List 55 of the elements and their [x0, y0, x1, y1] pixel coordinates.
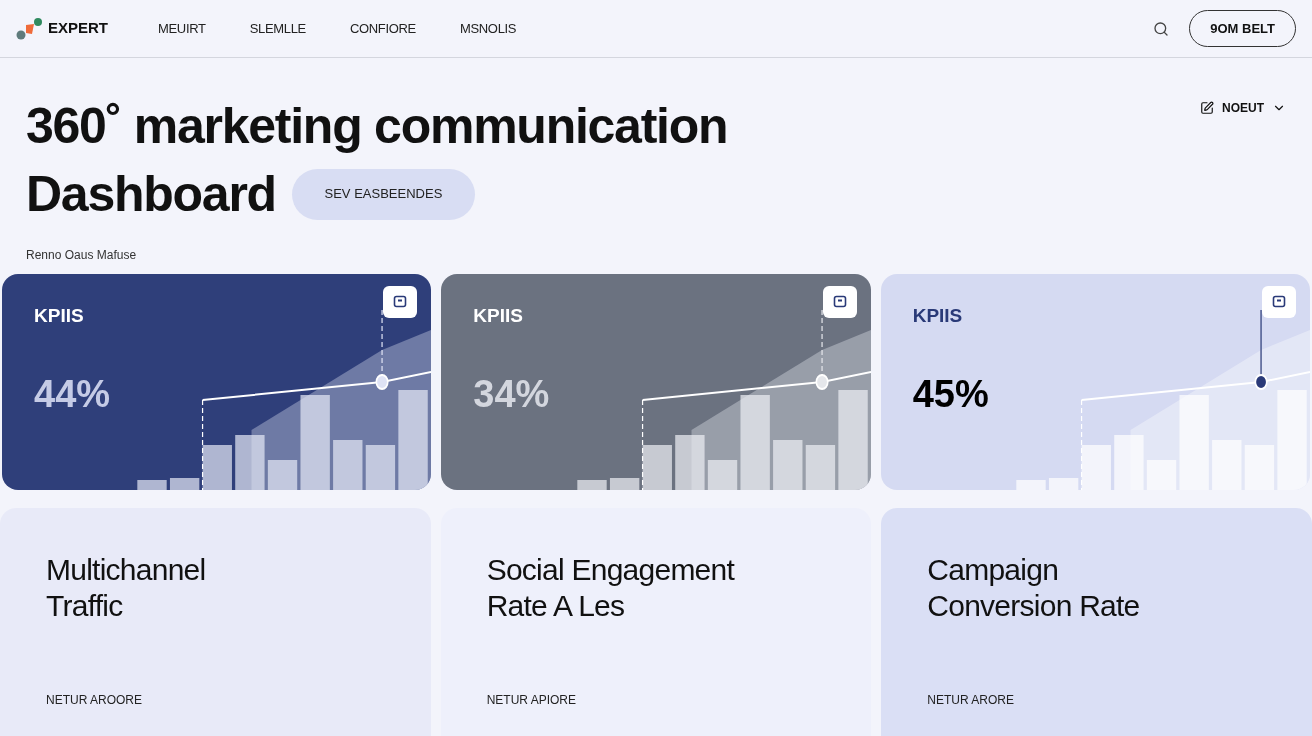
nav-link[interactable]: MEUIRT: [158, 18, 206, 39]
chart-bar: [642, 445, 672, 490]
card-title: Traffic: [46, 588, 124, 624]
chart-bar: [707, 460, 737, 490]
chart-bar: [202, 445, 233, 490]
kpi-value: 45%: [912, 372, 989, 417]
kpi-value: 34%: [473, 372, 550, 417]
card-title: Rate A Les: [486, 588, 626, 624]
nav-link[interactable]: CONFIORE: [349, 18, 416, 39]
kpi-label: KPIIS: [912, 304, 963, 328]
edit-icon: [1200, 101, 1214, 115]
nav-link[interactable]: SLEMLLE: [249, 18, 306, 39]
card-title: Conversion Rate: [927, 588, 1141, 624]
card-link[interactable]: NETUR ARORE: [927, 691, 1266, 709]
page-title: Dashboard: [26, 165, 276, 224]
card-title: Campaign: [927, 552, 1060, 588]
chart-bar: [366, 445, 396, 490]
chart-point: [1254, 374, 1268, 390]
card-title: Social Engagement: [486, 552, 736, 588]
chart-bar: [333, 440, 363, 490]
search-icon[interactable]: [1153, 20, 1170, 37]
chart-bar: [1114, 435, 1144, 490]
bookmark-icon: [832, 295, 847, 309]
card-title: Multichannel: [46, 552, 207, 588]
bookmark-icon: [1272, 295, 1286, 309]
chart-bar: [170, 478, 200, 490]
chart-bar: [268, 460, 298, 490]
brand-name: EXPERT: [48, 18, 108, 39]
card-action-button[interactable]: [383, 286, 418, 318]
kpi-value: 44%: [34, 372, 111, 417]
nav-link[interactable]: MSNOLIS: [459, 18, 517, 39]
chart-bar: [576, 480, 607, 490]
chart-bar: [805, 445, 835, 490]
chart-point: [815, 374, 829, 390]
card-link[interactable]: NETUR APIORE: [486, 691, 826, 709]
chart-bar: [1016, 480, 1046, 490]
card-link[interactable]: NETUR AROORE: [46, 691, 385, 709]
view-menu[interactable]: NOEUT: [1200, 98, 1286, 118]
kpi-label: KPIIS: [473, 304, 523, 328]
chart-bar: [235, 435, 265, 490]
bookmark-icon: [393, 295, 408, 309]
page-title: 360˚ marketing communication: [26, 97, 728, 156]
chart-bar: [674, 435, 705, 490]
chart-bar: [1081, 445, 1111, 490]
chart-bar: [609, 478, 639, 490]
chart-bar: [137, 480, 167, 490]
chart-bar: [1048, 478, 1079, 490]
pill-button[interactable]: SEV EASBEENDES: [291, 168, 475, 220]
card-action-button[interactable]: [822, 286, 857, 318]
chart-point: [375, 374, 389, 390]
kpi-label: KPIIS: [34, 304, 84, 328]
card-action-button[interactable]: [1262, 286, 1296, 318]
subtitle: Renno Oaus Mafuse: [26, 247, 138, 264]
logo-icon: [16, 16, 44, 41]
chart-bar: [772, 440, 803, 490]
